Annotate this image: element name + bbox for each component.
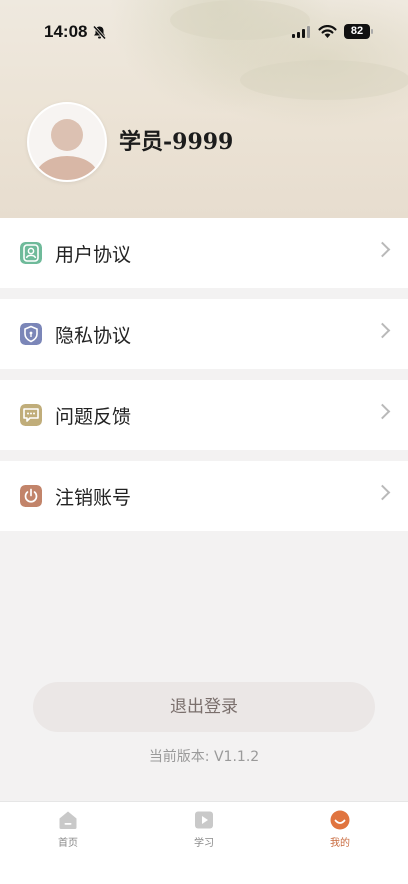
header-decoration (240, 60, 408, 100)
avatar-body (36, 156, 98, 180)
privacy-shield-icon (20, 323, 42, 345)
username: 学员-9999 (119, 129, 234, 155)
menu-item-label: 问题反馈 (55, 406, 132, 428)
menu-item-user-agreement[interactable]: 用户协议 (0, 218, 408, 288)
logout-button[interactable]: 退出登录 (33, 682, 375, 732)
status-bar: 14:08 82 (0, 22, 408, 46)
menu-item-label: 隐私协议 (55, 325, 132, 347)
tab-mine[interactable]: 我的 (300, 810, 380, 860)
user-agreement-icon (20, 242, 42, 264)
tab-study[interactable]: 学习 (164, 810, 244, 860)
tab-label: 首页 (58, 838, 78, 849)
status-time: 14:08 (44, 22, 88, 41)
tab-label: 我的 (330, 838, 350, 849)
menu-item-label: 用户协议 (55, 244, 132, 266)
silent-bell-icon (92, 25, 107, 40)
chevron-right-icon (374, 241, 391, 258)
battery-indicator: 82 (344, 24, 370, 39)
feedback-icon (20, 404, 42, 426)
avatar-head (51, 119, 83, 151)
menu-item-delete-account[interactable]: 注销账号 (0, 461, 408, 531)
tab-home[interactable]: 首页 (28, 810, 108, 860)
cellular-signal-icon (292, 26, 310, 38)
power-icon (20, 485, 42, 507)
menu-item-privacy-agreement[interactable]: 隐私协议 (0, 299, 408, 369)
play-icon (195, 811, 213, 829)
chevron-right-icon (374, 322, 391, 339)
smile-icon (330, 810, 350, 830)
avatar[interactable] (27, 102, 107, 182)
tab-label: 学习 (194, 838, 214, 849)
wifi-icon (318, 25, 337, 38)
chevron-right-icon (374, 484, 391, 501)
menu-item-label: 注销账号 (55, 487, 132, 509)
chevron-right-icon (374, 403, 391, 420)
battery-tip (371, 29, 373, 34)
home-icon (59, 811, 77, 829)
menu-item-feedback[interactable]: 问题反馈 (0, 380, 408, 450)
bottom-tab-bar: 首页 学习 我的 (0, 801, 408, 884)
profile-header: 14:08 82 学员-9999 (0, 0, 408, 218)
app-version: 当前版本: V1.1.2 (148, 749, 260, 765)
settings-menu: 用户协议 隐私协议 问题反馈 注销账号 (0, 218, 408, 542)
